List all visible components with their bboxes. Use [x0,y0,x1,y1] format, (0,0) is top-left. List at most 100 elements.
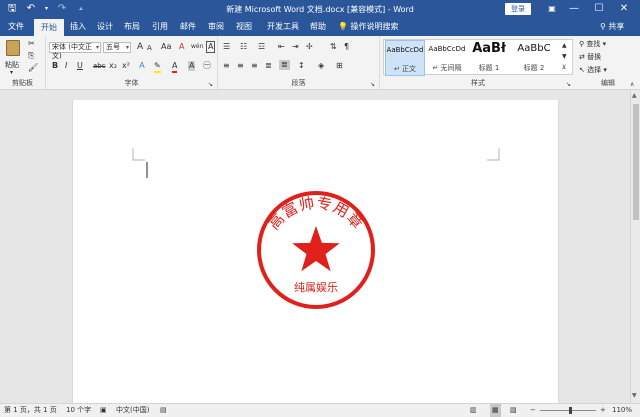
subscript-button[interactable]: x₂ [109,61,117,71]
show-marks-icon[interactable]: ¶ [344,42,349,52]
tell-me-search[interactable]: 💡 操作说明搜索 [338,18,399,36]
zoom-in-button[interactable]: + [600,404,606,417]
styles-dialog-launcher-icon[interactable]: ↘ [566,80,571,90]
line-spacing-icon[interactable]: ↕ [298,61,305,71]
font-dialog-launcher-icon[interactable]: ↘ [208,80,213,90]
format-painter-icon[interactable]: 🖌 [28,63,38,73]
multilevel-list-icon[interactable]: ☲ [258,42,265,52]
macro-record-icon[interactable]: ▤ [160,404,167,417]
word-count[interactable]: 10 个字 [66,404,91,417]
style-heading-1[interactable]: AaBł 标题 1 [469,40,509,76]
borders-icon[interactable]: ⊞ [336,61,343,71]
styles-gallery: AaBbCcDd ↵ 正文 AaBbCcDd ↵ 无间隔 AaBł 标题 1 A… [383,39,573,76]
zoom-level[interactable]: 110% [612,404,632,417]
cut-icon[interactable]: ✂ [28,39,35,49]
gallery-scroll-up-icon[interactable]: ▲ [562,41,567,51]
maximize-icon[interactable]: ☐ [590,1,608,17]
margin-mark-top-left [132,148,145,161]
tab-home[interactable]: 开始 [34,18,64,36]
scroll-up-icon[interactable]: ▲ [632,92,637,99]
align-left-icon[interactable]: ≡ [223,61,230,71]
zoom-slider[interactable] [540,404,596,417]
gallery-scroll-down-icon[interactable]: ▼ [562,52,567,62]
collapse-ribbon-icon[interactable]: ∧ [630,80,634,90]
tab-insert[interactable]: 插入 [66,18,90,36]
bullets-icon[interactable]: ☰ [223,42,230,52]
tab-help[interactable]: 帮助 [306,18,330,36]
font-name-select[interactable]: 宋体 (中文正文) ▾ [49,42,101,60]
shrink-font-icon[interactable]: A [147,43,152,53]
distributed-icon[interactable]: ≣ [279,60,290,70]
font-color-icon[interactable]: A [172,61,178,73]
decrease-indent-icon[interactable]: ⇤ [278,42,285,52]
grow-font-icon[interactable]: A [137,42,143,52]
zoom-out-button[interactable]: − [530,404,536,417]
gallery-more-icon[interactable]: ⊻ [562,63,566,73]
zoom-slider-thumb[interactable] [569,407,573,414]
chevron-down-icon: ▾ [95,44,99,51]
language[interactable]: 中文(中国) [116,404,149,417]
page-count[interactable]: 第 1 页，共 1 页 [4,404,57,417]
tab-layout[interactable]: 布局 [120,18,144,36]
proofing-icon[interactable]: ▣ [100,404,107,417]
replace-icon: ⇄ [579,53,585,61]
bold-button[interactable]: B [52,61,58,71]
person-icon: ⚲ [600,22,606,31]
login-button[interactable]: 登录 [505,3,531,15]
font-size-select[interactable]: 五号 ▾ [103,42,131,53]
highlight-icon[interactable]: ✎ [154,61,161,73]
character-shading-icon[interactable]: A [188,61,196,71]
tab-design[interactable]: 设计 [93,18,117,36]
cursor-icon: ↖ [579,66,585,74]
share-button[interactable]: ⚲ 共享 [600,18,624,36]
read-mode-icon[interactable]: ▥ [470,404,477,417]
copy-icon[interactable]: ⎘ [28,51,34,61]
superscript-button[interactable]: x² [122,61,130,71]
paste-icon[interactable] [6,40,20,56]
vertical-scrollbar[interactable]: ▲ ▼ [630,90,640,403]
paragraph-group: ☰ ☷ ☲ ⇤ ⇥ ✢ ⇅ ¶ ≡ ≡ ≡ ≣ ≣ ↕ ◈ ⊞ 段落 ↘ [218,36,380,90]
tab-mailings[interactable]: 邮件 [176,18,200,36]
scrollbar-thumb[interactable] [633,104,639,220]
change-case-icon[interactable]: Aa [161,42,171,52]
tab-view[interactable]: 视图 [232,18,256,36]
sort-icon[interactable]: ⇅ [330,42,337,52]
select-button[interactable]: ↖ 选择 ▾ [579,65,607,75]
chinese-layout-icon[interactable]: ✢ [306,42,313,52]
tab-file[interactable]: 文件 [4,18,28,36]
style-no-spacing[interactable]: AaBbCcDd ↵ 无间隔 [427,40,467,76]
seal-bottom-text: 纯属娱乐 [294,280,338,294]
ribbon-display-options-icon[interactable]: ▣ [543,1,561,17]
scroll-down-icon[interactable]: ▼ [632,392,637,399]
paste-dropdown-icon[interactable]: ▾ [10,68,13,78]
web-layout-icon[interactable]: ▧ [510,404,517,417]
italic-button[interactable]: I [65,61,67,71]
align-center-icon[interactable]: ≡ [237,61,244,71]
close-icon[interactable]: ✕ [615,1,633,17]
phonetic-guide-icon[interactable]: wén [191,42,203,52]
paragraph-dialog-launcher-icon[interactable]: ↘ [370,80,375,90]
chevron-down-icon: ▾ [125,44,129,51]
enclose-characters-icon[interactable]: ㊀ [203,61,211,71]
strikethrough-button[interactable]: abc [93,61,106,71]
replace-button[interactable]: ⇄ 替换 [579,52,601,62]
style-heading-2[interactable]: AaBbC 标题 2 [511,40,557,76]
style-normal[interactable]: AaBbCcDd ↵ 正文 [385,40,425,76]
increase-indent-icon[interactable]: ⇥ [292,42,299,52]
tab-references[interactable]: 引用 [148,18,172,36]
text-effects-icon[interactable]: Ａ [138,61,146,71]
document-page[interactable]: 高富帅专用章 纯属娱乐 [72,100,559,403]
align-right-icon[interactable]: ≡ [251,61,258,71]
numbering-icon[interactable]: ☷ [240,42,247,52]
tab-developer[interactable]: 开发工具 [261,18,305,36]
minimize-icon[interactable]: — [565,1,583,17]
tab-review[interactable]: 审阅 [204,18,228,36]
print-layout-icon[interactable]: ▦ [490,404,501,417]
underline-button[interactable]: U [77,61,83,71]
find-button[interactable]: ⚲ 查找 ▾ [579,39,606,49]
clear-formatting-icon[interactable]: A [179,42,184,52]
title-bar: 🖫 ↶ ▾ ↷ ⩡ 新建 Microsoft Word 文档.docx [兼容模… [0,0,640,18]
character-border-icon[interactable]: A [206,41,216,53]
shading-icon[interactable]: ◈ [318,61,324,71]
justify-icon[interactable]: ≣ [265,61,272,71]
